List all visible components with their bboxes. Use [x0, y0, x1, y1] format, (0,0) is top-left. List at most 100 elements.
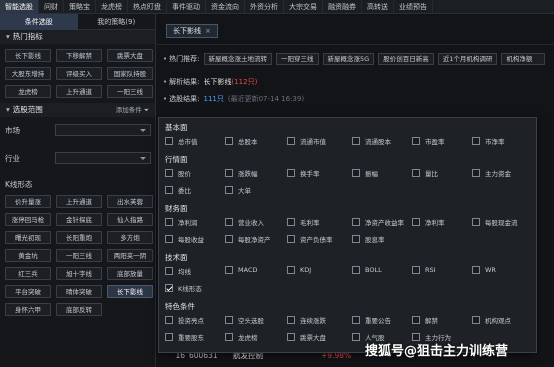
condition-checkbox[interactable]: 净利润	[165, 217, 227, 227]
checkbox-icon[interactable]	[165, 218, 173, 226]
condition-checkbox[interactable]: 每股现金流	[472, 217, 534, 227]
hot-indicator-button[interactable]: 国家队持股	[107, 67, 153, 80]
condition-checkbox[interactable]: 净资产收益率	[352, 217, 414, 227]
hot-recommend-button[interactable]: 新屋概念涨5G	[322, 53, 375, 65]
hot-indicator-button[interactable]: 龙虎榜	[5, 85, 51, 98]
top-tab[interactable]: 问财	[39, 0, 64, 14]
condition-checkbox[interactable]: 净利率	[412, 217, 474, 227]
checkbox-icon[interactable]	[412, 316, 420, 324]
checkbox-icon[interactable]	[287, 235, 295, 243]
k-shape-button[interactable]: 一阳三线	[56, 249, 102, 262]
checkbox-icon[interactable]	[225, 235, 233, 243]
k-shape-button[interactable]: 身怀六甲	[5, 303, 51, 316]
industry-select[interactable]	[55, 152, 151, 164]
hot-indicator-button[interactable]: 大股东增持	[5, 67, 51, 80]
checkbox-icon[interactable]	[352, 137, 360, 145]
condition-checkbox[interactable]: 总股本	[225, 136, 287, 146]
checkbox-icon[interactable]	[225, 186, 233, 194]
checkbox-icon[interactable]	[287, 137, 295, 145]
checkbox-icon[interactable]	[472, 316, 480, 324]
checkbox-icon[interactable]	[165, 316, 173, 324]
condition-checkbox[interactable]: 振幅	[352, 168, 414, 178]
hot-indicator-button[interactable]: 长下影线	[5, 49, 51, 62]
top-tab[interactable]: 融资融券	[323, 0, 362, 14]
checkbox-icon[interactable]	[225, 169, 233, 177]
top-tab[interactable]: 龙虎榜	[96, 0, 128, 14]
condition-checkbox[interactable]: 换手率	[287, 168, 349, 178]
checkbox-icon[interactable]	[225, 266, 233, 274]
k-shape-button[interactable]: 多方炮	[107, 231, 153, 244]
condition-checkbox[interactable]: 机构观点	[472, 315, 534, 325]
checkbox-icon[interactable]	[472, 218, 480, 226]
close-icon[interactable]: ×	[205, 27, 211, 35]
k-shape-button[interactable]: 底部反转	[56, 303, 102, 316]
checkbox-icon[interactable]	[165, 137, 173, 145]
checkbox-icon[interactable]	[165, 169, 173, 177]
hot-recommend-button[interactable]: 新屋概念涨土地流转	[203, 53, 272, 65]
k-shape-button[interactable]: 曙光初现	[5, 231, 51, 244]
top-tab[interactable]: 外资分析	[245, 0, 284, 14]
condition-checkbox[interactable]: 重要公告	[352, 315, 414, 325]
condition-checkbox[interactable]: RSI	[412, 266, 474, 274]
condition-checkbox[interactable]: 市净率	[472, 136, 534, 146]
condition-checkbox[interactable]: 均线	[165, 266, 227, 276]
checkbox-icon[interactable]	[287, 169, 295, 177]
condition-checkbox[interactable]: 投资亮点	[165, 315, 227, 325]
checkbox-icon[interactable]	[472, 266, 480, 274]
condition-checkbox[interactable]: 每股收益	[165, 234, 227, 244]
k-shape-button[interactable]: 长阳重炮	[56, 231, 102, 244]
top-tab[interactable]: 资金流向	[206, 0, 245, 14]
top-tab[interactable]: 高转送	[362, 0, 394, 14]
checkbox-icon[interactable]	[472, 169, 480, 177]
hot-indicator-button[interactable]: 上升通道	[56, 85, 102, 98]
range-header[interactable]: ▾ 选股范围 添加条件 ⏷	[0, 103, 155, 117]
checkbox-icon[interactable]	[225, 218, 233, 226]
k-shape-button[interactable]: 上升通道	[56, 195, 102, 208]
tab-my-strategy[interactable]: 我的策略(9)	[78, 14, 156, 30]
condition-checkbox[interactable]: 股息率	[352, 234, 414, 244]
condition-checkbox[interactable]: 主力资金	[472, 168, 534, 178]
condition-checkbox[interactable]: BOLL	[352, 266, 414, 274]
condition-checkbox[interactable]: 资产负债率	[287, 234, 349, 244]
hot-recommend-button[interactable]: 机构净额	[501, 53, 546, 65]
k-shape-button[interactable]: 平台突破	[5, 285, 51, 298]
condition-checkbox[interactable]: WR	[472, 266, 534, 274]
checkbox-icon[interactable]	[287, 218, 295, 226]
top-tab[interactable]: 热点盯盘	[128, 0, 167, 14]
condition-checkbox[interactable]: 跳票大盘	[287, 332, 349, 342]
add-condition-button[interactable]: 添加条件 ⏷	[116, 103, 149, 117]
checkbox-icon[interactable]	[352, 235, 360, 243]
condition-checkbox[interactable]: 每股净资产	[225, 234, 287, 244]
hot-indicator-button[interactable]: 评级买入	[56, 67, 102, 80]
condition-checkbox[interactable]: 股价	[165, 168, 227, 178]
condition-checkbox[interactable]: 连续涨跌	[287, 315, 349, 325]
k-shape-button[interactable]: 红三兵	[5, 267, 51, 280]
checkbox-icon[interactable]	[412, 266, 420, 274]
checkbox-icon[interactable]	[225, 333, 233, 341]
k-shape-button[interactable]: 黄金坑	[5, 249, 51, 262]
checkbox-icon[interactable]	[165, 333, 173, 341]
checkbox-icon[interactable]	[412, 137, 420, 145]
condition-checkbox[interactable]: K线形态	[165, 283, 227, 293]
k-shape-button[interactable]: 晴体突破	[56, 285, 102, 298]
condition-checkbox[interactable]: 营业收入	[225, 217, 287, 227]
hot-indicator-button[interactable]: 一阳三线	[107, 85, 153, 98]
condition-checkbox[interactable]: 流通股本	[352, 136, 414, 146]
condition-checkbox[interactable]: 解禁	[412, 315, 474, 325]
top-tab[interactable]: 大宗交易	[284, 0, 323, 14]
k-shape-button[interactable]: 仙人指路	[107, 213, 153, 226]
k-shape-button[interactable]: 旭十字线	[56, 267, 102, 280]
checkbox-icon[interactable]	[412, 169, 420, 177]
condition-checkbox[interactable]: KDJ	[287, 266, 349, 274]
checkbox-icon[interactable]	[472, 137, 480, 145]
hot-recommend-button[interactable]: 股价创百日新高	[378, 53, 434, 65]
top-tab[interactable]: 事件驱动	[167, 0, 206, 14]
condition-checkbox[interactable]: 空头选股	[225, 315, 287, 325]
condition-checkbox[interactable]: 总市值	[165, 136, 227, 146]
condition-checkbox[interactable]: 重要股东	[165, 332, 227, 342]
k-shape-button[interactable]: 金针探底	[56, 213, 102, 226]
condition-checkbox[interactable]: 流通市值	[287, 136, 349, 146]
checkbox-icon[interactable]	[352, 266, 360, 274]
hot-recommend-button[interactable]: 近1个月机构调研	[437, 53, 498, 65]
checkbox-icon[interactable]	[287, 333, 295, 341]
